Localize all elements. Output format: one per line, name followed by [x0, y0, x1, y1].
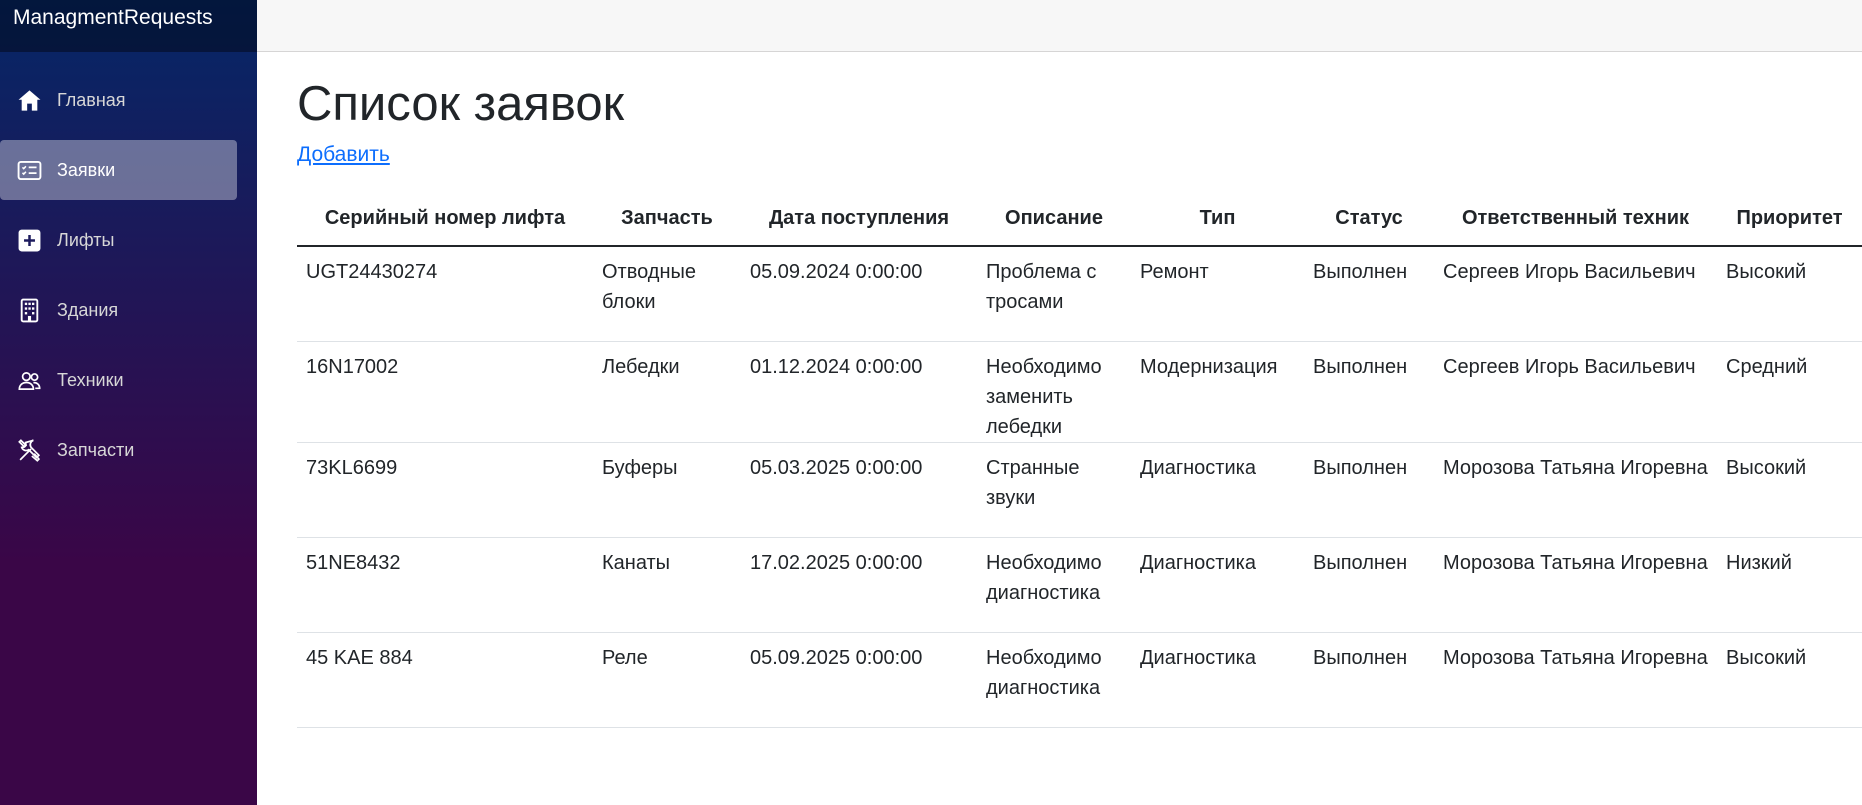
cell-type: Модернизация [1131, 341, 1304, 443]
cell-serial: 45 KAE 884 [297, 632, 593, 728]
nav-item-label: Главная [57, 89, 126, 110]
table-row: 16N17002 Лебедки 01.12.2024 0:00:00 Необ… [297, 341, 1862, 443]
cell-date: 05.09.2024 0:00:00 [741, 246, 977, 342]
cell-description: Необходимо заменить лебедки [977, 341, 1131, 443]
cell-serial: UGT24430274 [297, 246, 593, 342]
cell-date: 05.03.2025 0:00:00 [741, 442, 977, 538]
column-header-technician: Ответственный техник [1434, 191, 1717, 247]
cell-technician: Морозова Татьяна Игоревна [1434, 537, 1717, 633]
column-header-description: Описание [977, 191, 1131, 247]
cell-date: 05.09.2025 0:00:00 [741, 632, 977, 728]
sidebar: ManagmentRequests Главная Заявки Лифты З… [0, 0, 257, 805]
brand-title[interactable]: ManagmentRequests [0, 0, 257, 52]
nav-item-elevators[interactable]: Лифты [0, 210, 237, 270]
cell-technician: Сергеев Игорь Васильевич [1434, 246, 1717, 342]
tools-icon [17, 438, 42, 463]
cell-part: Канаты [593, 537, 741, 633]
cell-description: Необходимо диагностика [977, 632, 1131, 728]
cell-description: Необходимо диагностика [977, 537, 1131, 633]
nav-item-requests[interactable]: Заявки [0, 140, 237, 200]
nav-item-buildings[interactable]: Здания [0, 280, 237, 340]
column-header-part: Запчасть [593, 191, 741, 247]
cell-type: Диагностика [1131, 632, 1304, 728]
requests-table: Серийный номер лифта Запчасть Дата посту… [297, 191, 1862, 728]
cell-technician: Морозова Татьяна Игоревна [1434, 442, 1717, 538]
cell-priority: Высокий [1717, 246, 1862, 342]
plus-square-icon [17, 228, 42, 253]
nav-item-label: Техники [57, 369, 124, 390]
people-icon [17, 368, 42, 393]
column-header-type: Тип [1131, 191, 1304, 247]
list-icon [17, 158, 42, 183]
cell-technician: Морозова Татьяна Игоревна [1434, 632, 1717, 728]
table-row: 51NE8432 Канаты 17.02.2025 0:00:00 Необх… [297, 537, 1862, 633]
cell-priority: Низкий [1717, 537, 1862, 633]
cell-date: 17.02.2025 0:00:00 [741, 537, 977, 633]
cell-status: Выполнен [1304, 537, 1434, 633]
column-header-status: Статус [1304, 191, 1434, 247]
nav-item-parts[interactable]: Запчасти [0, 420, 237, 480]
table-row: 45 KAE 884 Реле 05.09.2025 0:00:00 Необх… [297, 632, 1862, 728]
column-header-priority: Приоритет [1717, 191, 1862, 247]
nav-item-label: Заявки [57, 159, 116, 180]
add-link[interactable]: Добавить [297, 143, 390, 167]
main-content: Список заявок Добавить Серийный номер ли… [297, 52, 1862, 728]
cell-description: Странные звуки [977, 442, 1131, 538]
cell-type: Ремонт [1131, 246, 1304, 342]
nav-item-home[interactable]: Главная [0, 70, 237, 130]
cell-priority: Средний [1717, 341, 1862, 443]
cell-status: Выполнен [1304, 632, 1434, 728]
cell-serial: 51NE8432 [297, 537, 593, 633]
cell-part: Реле [593, 632, 741, 728]
nav-item-label: Здания [57, 299, 119, 320]
cell-priority: Высокий [1717, 442, 1862, 538]
nav-item-technicians[interactable]: Техники [0, 350, 237, 410]
cell-status: Выполнен [1304, 341, 1434, 443]
cell-type: Диагностика [1131, 442, 1304, 538]
cell-type: Диагностика [1131, 537, 1304, 633]
table-row: 73KL6699 Буферы 05.03.2025 0:00:00 Стран… [297, 442, 1862, 538]
cell-part: Лебедки [593, 341, 741, 443]
building-icon [17, 298, 42, 323]
cell-priority: Высокий [1717, 632, 1862, 728]
cell-status: Выполнен [1304, 442, 1434, 538]
nav-menu: Главная Заявки Лифты Здания Техники Запч… [0, 52, 257, 480]
column-header-date: Дата поступления [741, 191, 977, 247]
nav-item-label: Лифты [57, 229, 115, 250]
cell-status: Выполнен [1304, 246, 1434, 342]
cell-serial: 73KL6699 [297, 442, 593, 538]
column-header-serial: Серийный номер лифта [297, 191, 593, 247]
top-bar [257, 0, 1862, 52]
page-title: Список заявок [297, 77, 625, 131]
table-row: UGT24430274 Отводные блоки 05.09.2024 0:… [297, 246, 1862, 342]
table-header-row: Серийный номер лифта Запчасть Дата посту… [297, 191, 1862, 247]
cell-technician: Сергеев Игорь Васильевич [1434, 341, 1717, 443]
cell-part: Отводные блоки [593, 246, 741, 342]
cell-description: Проблема с тросами [977, 246, 1131, 342]
cell-serial: 16N17002 [297, 341, 593, 443]
cell-part: Буферы [593, 442, 741, 538]
cell-date: 01.12.2024 0:00:00 [741, 341, 977, 443]
home-icon [17, 88, 42, 113]
nav-item-label: Запчасти [57, 439, 135, 460]
